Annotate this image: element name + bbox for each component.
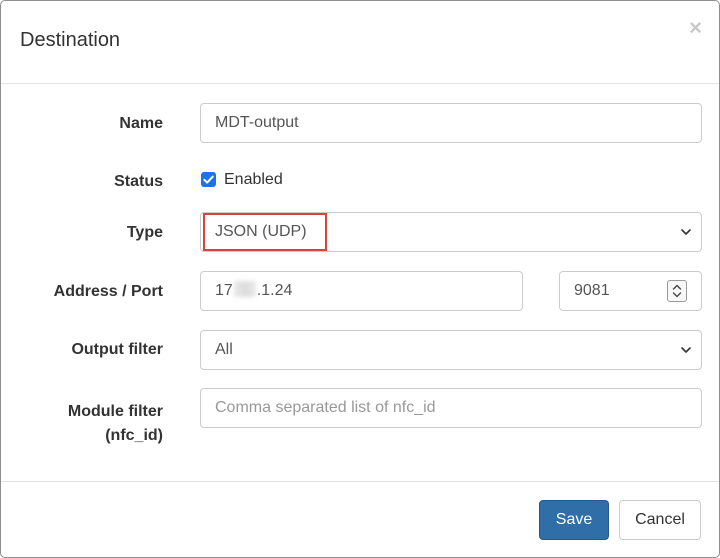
redacted-blur: [233, 281, 256, 297]
port-input-value: 9081: [574, 282, 610, 299]
port-stepper[interactable]: [667, 280, 687, 302]
output-filter-value: All: [215, 341, 233, 358]
module-filter-placeholder: Comma separated list of nfc_id: [215, 399, 436, 416]
module-filter-label-line2: (nfc_id): [105, 427, 163, 444]
dialog-title: Destination: [20, 29, 121, 51]
output-filter-select[interactable]: All: [200, 330, 702, 370]
cancel-button[interactable]: Cancel: [619, 500, 701, 540]
output-filter-label: Output filter: [71, 341, 163, 358]
type-select[interactable]: JSON (UDP): [200, 212, 702, 252]
port-input[interactable]: 9081: [559, 271, 702, 311]
destination-dialog: Destination × Name MDT-output Status Ena…: [0, 0, 720, 558]
module-filter-label: Module filter (nfc_id): [68, 400, 163, 448]
address-value-start: 17: [215, 282, 233, 299]
name-input[interactable]: MDT-output: [200, 103, 702, 143]
stepper-icon: [672, 284, 682, 298]
type-label: Type: [126, 224, 163, 241]
dialog-header: Destination ×: [1, 1, 719, 84]
close-button[interactable]: ×: [689, 16, 702, 40]
module-filter-input[interactable]: Comma separated list of nfc_id: [200, 388, 702, 428]
chevron-down-icon: [680, 331, 692, 369]
enabled-label: Enabled: [224, 171, 283, 188]
name-label: Name: [119, 115, 163, 132]
module-filter-label-line1: Module filter: [67, 403, 163, 420]
save-button[interactable]: Save: [539, 500, 609, 540]
dialog-footer: Save Cancel: [1, 481, 719, 558]
address-value-end: .1.24: [256, 282, 293, 299]
type-select-value: JSON (UDP): [215, 223, 307, 240]
checkmark-icon: [203, 175, 214, 184]
address-input[interactable]: 17 .1.24: [200, 271, 523, 311]
address-port-label: Address / Port: [53, 283, 163, 300]
chevron-down-icon: [680, 213, 692, 251]
name-input-value: MDT-output: [215, 114, 299, 131]
status-label: Status: [114, 173, 163, 190]
enabled-checkbox[interactable]: [201, 172, 216, 187]
